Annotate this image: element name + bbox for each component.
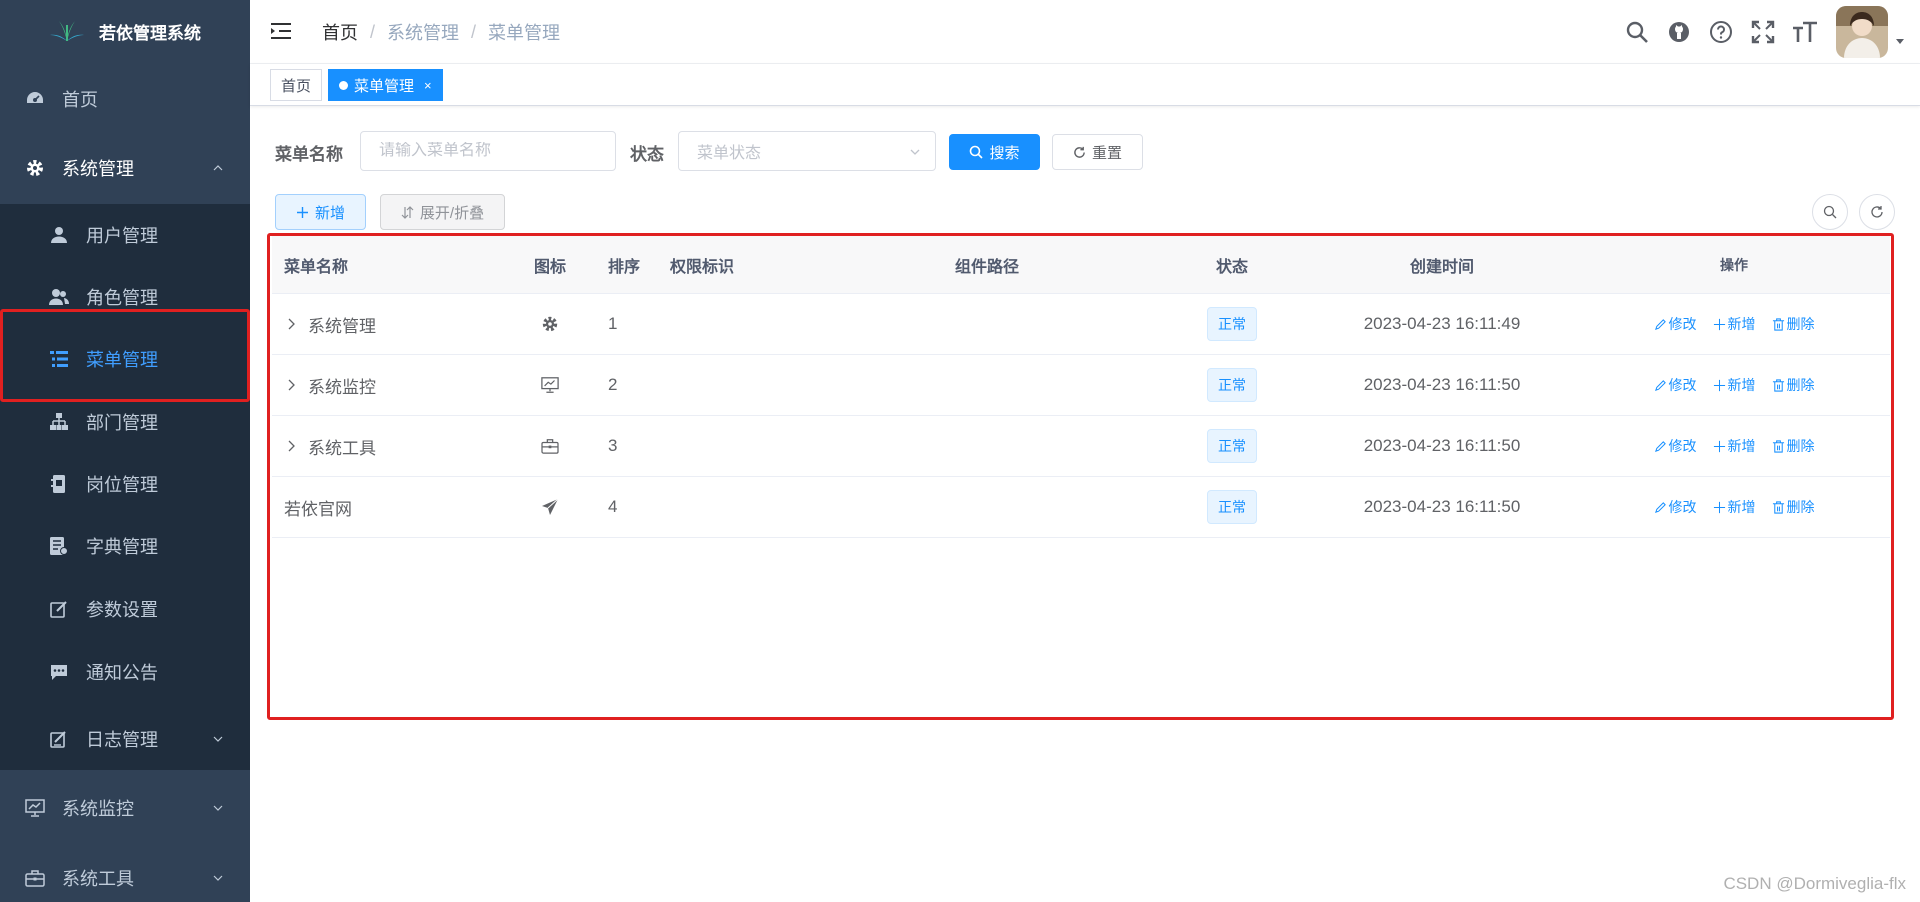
sidebar-item-config[interactable]: 参数设置: [0, 578, 250, 640]
menu-name-input[interactable]: [379, 142, 615, 160]
sidebar-item-label: 参数设置: [86, 600, 158, 620]
gear-icon: [24, 157, 46, 179]
plus-icon: [296, 206, 308, 218]
log-icon: [48, 728, 70, 750]
tags-view: 首页 菜单管理 ×: [250, 64, 1920, 106]
sidebar-item-label: 系统监控: [62, 799, 134, 819]
chevron-down-icon: [910, 149, 920, 155]
refresh-table-button[interactable]: [1859, 194, 1895, 230]
menu-name-label: 菜单名称: [275, 145, 343, 164]
logo[interactable]: 若依管理系统: [0, 0, 250, 62]
refresh-icon: [1871, 206, 1883, 218]
breadcrumb-system: 系统管理: [387, 23, 460, 43]
search-icon: [1823, 205, 1837, 219]
tag-label: 首页: [281, 77, 312, 95]
sidebar-item-label: 通知公告: [86, 663, 158, 683]
expand-collapse-button[interactable]: 展开/折叠: [380, 194, 505, 230]
breadcrumb-home[interactable]: 首页: [322, 19, 358, 45]
sidebar-item-label: 字典管理: [86, 537, 158, 557]
edit-icon: [48, 598, 70, 620]
toggle-search-button[interactable]: [1812, 194, 1848, 230]
sort-icon: [401, 205, 414, 219]
add-button[interactable]: 新增: [275, 194, 366, 230]
tag-menu-active[interactable]: 菜单管理 ×: [328, 69, 443, 101]
sidebar-item-posts[interactable]: 岗位管理: [0, 453, 250, 515]
help-icon[interactable]: [1708, 19, 1734, 45]
status-select-placeholder: 菜单状态: [697, 145, 762, 162]
sidebar-item-label: 日志管理: [86, 730, 158, 750]
sidebar-item-users[interactable]: 用户管理: [0, 204, 250, 266]
sidebar-item-logs[interactable]: 日志管理: [0, 708, 250, 770]
navbar: 首页 / 系统管理 / 菜单管理: [250, 0, 1920, 64]
sidebar-item-label: 系统管理: [62, 159, 134, 179]
tag-home[interactable]: 首页: [270, 69, 323, 101]
sidebar-item-tool[interactable]: 系统工具: [0, 847, 250, 902]
add-button-label: 新增: [314, 204, 345, 222]
expand-button-label: 展开/折叠: [419, 204, 485, 222]
sidebar-item-monitor[interactable]: 系统监控: [0, 777, 250, 839]
dict-icon: [48, 535, 70, 557]
fullscreen-icon[interactable]: [1750, 19, 1776, 45]
sidebar-item-label: 用户管理: [86, 226, 158, 246]
caret-down-icon[interactable]: [1894, 35, 1906, 47]
chevron-up-icon: [213, 165, 223, 171]
logo-icon: [50, 21, 84, 41]
tree-icon: [48, 411, 70, 433]
highlight-box-sidebar: [0, 309, 250, 402]
peoples-icon: [48, 286, 70, 308]
breadcrumb-separator: /: [471, 21, 477, 42]
active-dot-icon: [339, 80, 348, 90]
search-button-label: 搜索: [989, 144, 1020, 162]
monitor-icon: [24, 797, 46, 819]
chevron-down-icon: [213, 875, 223, 881]
sidebar-item-notice[interactable]: 通知公告: [0, 641, 250, 703]
avatar[interactable]: [1836, 6, 1888, 58]
toolbox-icon: [24, 867, 46, 889]
chevron-down-icon: [213, 736, 223, 742]
chevron-down-icon: [213, 805, 223, 811]
breadcrumb-separator: /: [370, 21, 376, 42]
sidebar-item-label: 部门管理: [86, 413, 158, 433]
tag-label: 菜单管理: [354, 77, 415, 95]
sidebar-item-label: 首页: [62, 90, 98, 110]
sidebar-item-label: 岗位管理: [86, 475, 158, 495]
app-title: 若依管理系统: [99, 23, 201, 43]
sidebar-item-label: 角色管理: [86, 288, 158, 308]
right-menu: [1624, 0, 1906, 64]
sidebar-item-system[interactable]: 系统管理: [0, 137, 250, 199]
search-icon: [970, 145, 984, 159]
menu-name-input-wrapper: [360, 131, 616, 171]
user-icon: [48, 224, 70, 246]
font-size-icon[interactable]: [1792, 19, 1818, 45]
reset-button[interactable]: 重置: [1052, 134, 1143, 170]
reset-button-label: 重置: [1091, 144, 1122, 162]
sidebar: 若依管理系统 首页 系统管理 用户管理 角色管理 菜单管理 部门管理 岗位管理 …: [0, 0, 250, 902]
sidebar-item-home[interactable]: 首页: [0, 68, 250, 130]
sidebar-item-dict[interactable]: 字典管理: [0, 515, 250, 577]
post-icon: [48, 473, 70, 495]
sidebar-item-label: 系统工具: [62, 869, 134, 889]
dashboard-icon: [24, 88, 46, 110]
breadcrumb-current: 菜单管理: [488, 23, 561, 43]
refresh-icon: [1074, 146, 1085, 158]
highlight-box-table: [267, 233, 1894, 720]
status-label: 状态: [630, 145, 664, 164]
status-select[interactable]: 菜单状态: [678, 131, 936, 171]
github-icon[interactable]: [1666, 19, 1692, 45]
close-icon[interactable]: ×: [424, 78, 432, 93]
hamburger-icon[interactable]: [270, 20, 292, 42]
breadcrumb: 首页 / 系统管理 / 菜单管理: [322, 0, 560, 64]
search-icon[interactable]: [1624, 19, 1650, 45]
search-button[interactable]: 搜索: [949, 134, 1040, 170]
watermark: CSDN @Dormiveglia-flx: [1723, 874, 1906, 893]
message-icon: [48, 661, 70, 683]
